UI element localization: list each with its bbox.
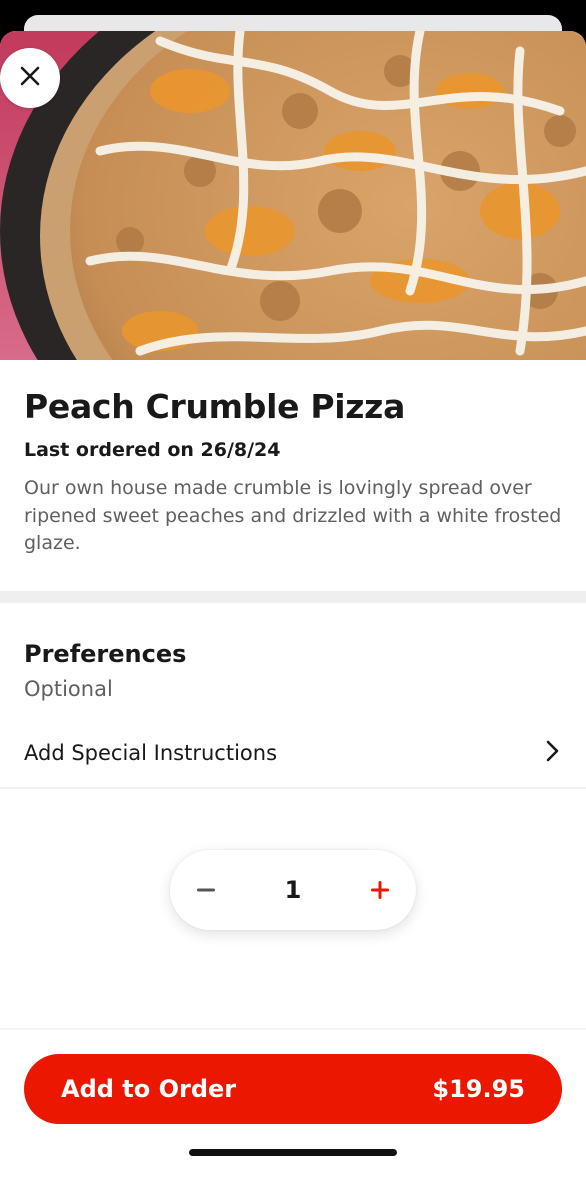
divider <box>0 787 586 789</box>
order-price: $19.95 <box>432 1075 525 1103</box>
last-ordered-date: Last ordered on 26/8/24 <box>24 439 281 461</box>
add-to-order-label: Add to Order <box>61 1075 237 1103</box>
home-indicator <box>189 1149 397 1156</box>
minus-icon <box>197 888 215 892</box>
add-to-order-button[interactable]: Add to Order $19.95 <box>24 1054 562 1124</box>
section-divider <box>0 591 586 603</box>
quantity-stepper: 1 <box>170 850 416 930</box>
special-instructions-label: Add Special Instructions <box>24 741 278 765</box>
item-sheet: Peach Crumble Pizza Last ordered on 26/8… <box>0 31 586 1200</box>
preferences-title: Preferences <box>24 640 187 668</box>
increase-quantity-button[interactable] <box>368 878 392 902</box>
screen: Peach Crumble Pizza Last ordered on 26/8… <box>0 0 586 1200</box>
item-description: Our own house made crumble is lovingly s… <box>24 477 562 554</box>
close-button[interactable] <box>0 48 60 108</box>
quantity-value: 1 <box>284 876 302 904</box>
plus-icon <box>370 881 389 899</box>
item-photo <box>0 31 586 360</box>
item-title: Peach Crumble Pizza <box>24 387 406 426</box>
chevron-right-icon <box>546 740 560 766</box>
divider <box>0 1028 586 1030</box>
decrease-quantity-button[interactable] <box>194 878 218 902</box>
special-instructions-row[interactable]: Add Special Instructions <box>0 719 586 787</box>
close-icon <box>18 64 42 92</box>
preferences-optional-label: Optional <box>24 677 113 701</box>
